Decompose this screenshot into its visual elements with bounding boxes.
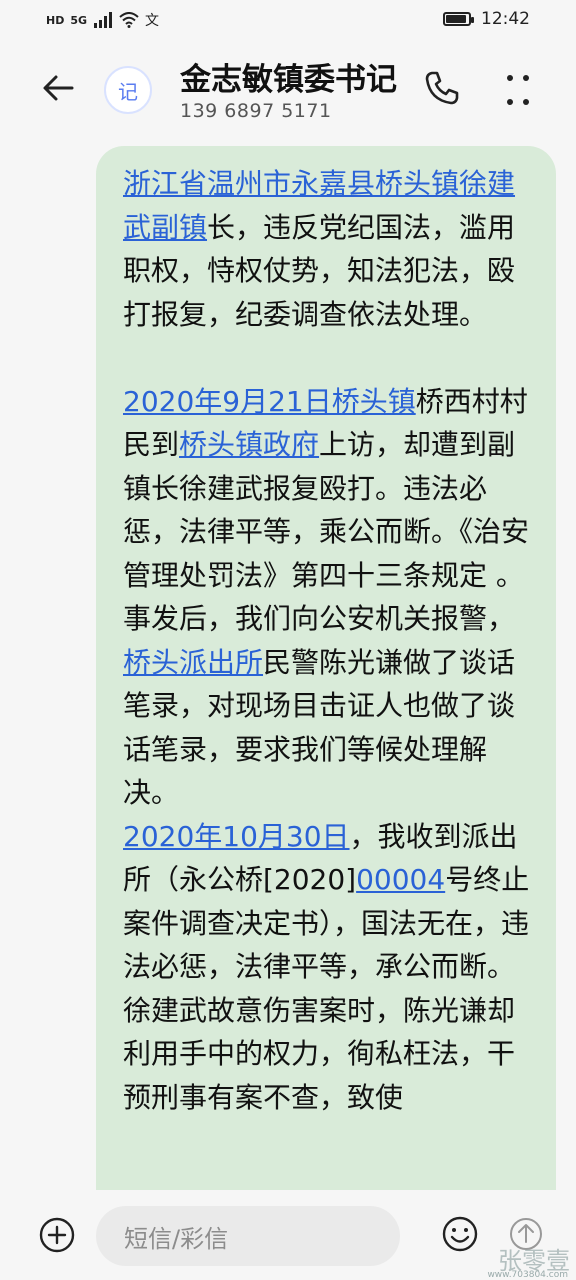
status-left: HD 5G 文 [46, 10, 159, 30]
paragraph-4: 徐建武故意伤害案时，陈光谦却利用手中的权力，徇私枉法，干预刑事有案不查，致使 [123, 993, 516, 1114]
more-vertical-icon[interactable] [500, 70, 536, 110]
signal-icon [94, 12, 113, 28]
clock: 12:42 [481, 9, 530, 29]
battery-icon [443, 12, 474, 26]
paragraph-3: 2020年10月30日，我收到派出所（永公桥[2020]00004号终止案件调查… [123, 815, 535, 989]
input-placeholder: 短信/彩信 [124, 1224, 229, 1253]
message-bubble[interactable]: 浙江省温州市永嘉县桥头镇徐建武副镇长，违反党纪国法，滥用职权，恃权仗势，知法犯法… [96, 146, 556, 1236]
hd-indicator: HD [46, 13, 65, 27]
number-link[interactable]: 00004 [356, 863, 445, 896]
location-link[interactable]: 桥头派出所 [123, 646, 263, 679]
conversation-header: 记 金志敏镇委书记 139 6897 5171 [0, 46, 576, 136]
paragraph-2: 2020年9月21日桥头镇桥西村村民到桥头镇政府上访，却遭到副镇长徐建武报复殴打… [123, 380, 535, 815]
paragraph-1: 浙江省温州市永嘉县桥头镇徐建武副镇长，违反党纪国法，滥用职权，恃权仗势，知法犯法… [123, 162, 535, 336]
avatar[interactable]: 记 [104, 66, 152, 114]
contact-phone: 139 6897 5171 [180, 100, 332, 122]
watermark-url: www.703804.com [487, 1270, 568, 1280]
wifi-icon [119, 12, 139, 28]
avatar-initial: 记 [118, 79, 138, 104]
plus-circle-icon[interactable] [38, 1216, 76, 1254]
location-link[interactable]: 桥头镇政府 [179, 428, 319, 461]
back-arrow-icon[interactable] [38, 68, 78, 108]
date-link[interactable]: 2020年10月30日 [123, 820, 350, 853]
composer-bar: 短信/彩信 张零壹 www.703804.com [0, 1190, 576, 1280]
date-link[interactable]: 2020年9月21日桥头镇 [123, 385, 416, 418]
contact-name: 金志敏镇委书记 [180, 62, 397, 98]
message-input[interactable]: 短信/彩信 [96, 1206, 400, 1266]
status-bar: HD 5G 文 12:42 [0, 0, 576, 42]
status-right: 12:42 [443, 9, 530, 29]
emoji-icon[interactable] [440, 1214, 480, 1254]
network-indicator: 5G [70, 13, 88, 27]
translate-indicator: 文 [145, 13, 160, 29]
phone-icon[interactable] [422, 68, 462, 108]
message-text: 浙江省温州市永嘉县桥头镇徐建武副镇长，违反党纪国法，滥用职权，恃权仗势，知法犯法… [123, 162, 535, 1119]
